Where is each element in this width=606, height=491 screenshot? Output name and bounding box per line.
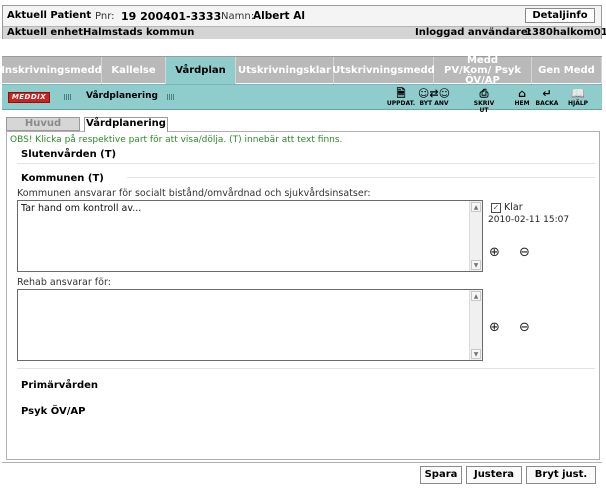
content-panel: OBS! Klicka på respektive part för att v… xyxy=(6,131,600,460)
scroll-up-icon[interactable]: ▲ xyxy=(471,291,481,301)
print-button[interactable]: ⎙ SKRIV UT xyxy=(470,87,498,114)
tab-vardplan[interactable]: Vårdplan xyxy=(166,57,236,84)
kommun-scrollbar[interactable]: ▲ ▼ xyxy=(469,201,482,271)
subtab-huvud[interactable]: Huvud xyxy=(6,117,80,131)
pnr-label: Pnr: xyxy=(95,11,115,22)
update-label: UPPDAT. xyxy=(386,100,416,107)
name-label: Namn: xyxy=(221,11,255,22)
unit-label: Aktuell enhet: xyxy=(7,27,87,38)
divider xyxy=(17,368,595,369)
divider xyxy=(127,177,595,178)
scroll-up-icon[interactable]: ▲ xyxy=(471,202,481,212)
scroll-down-icon[interactable]: ▼ xyxy=(471,349,481,359)
klar-timestamp: 2010-02-11 15:07 xyxy=(488,215,570,225)
zoom-out-icon[interactable]: ⊖ xyxy=(519,321,530,334)
module-toolbar: MEDDIX Vårdplanering 🗎 UPPDAT. ☺⇄☺ BYT A… xyxy=(2,84,602,114)
dots-right-icon xyxy=(167,94,175,100)
switch-user-button[interactable]: ☺⇄☺ BYT ANV xyxy=(416,87,452,109)
switch-user-label: BYT ANV xyxy=(419,100,449,107)
tab-utskrivningsklar[interactable]: Utskrivningsklar xyxy=(236,57,334,84)
zoom-in-icon[interactable]: ⊕ xyxy=(489,246,500,259)
unit-value: Halmstads kommun xyxy=(83,27,195,38)
patient-header: Aktuell Patient Pnr: 19 200401-3333 Namn… xyxy=(2,5,606,39)
user-value: 1380halkom01 xyxy=(525,27,606,38)
home-button[interactable]: ⌂ HEM xyxy=(512,87,532,109)
home-icon: ⌂ xyxy=(518,87,526,100)
help-button[interactable]: 📖 HJÄLP xyxy=(564,87,592,109)
section-slutenvarden[interactable]: Slutenvården (T) xyxy=(21,149,116,160)
rehab-textarea[interactable]: ▲ ▼ xyxy=(17,289,483,361)
tab-gen-medd[interactable]: Gen Medd xyxy=(532,57,602,84)
tab-inskrivningsmedd[interactable]: Inskrivningsmedd xyxy=(1,57,102,84)
patient-name: Albert Al xyxy=(253,10,305,22)
back-label: BACKA xyxy=(535,100,559,107)
rehab-field-label: Rehab ansvarar för: xyxy=(17,277,111,288)
section-psyk[interactable]: Psyk ÖV/AP xyxy=(21,406,85,417)
tab-kallelse[interactable]: Kallelse xyxy=(102,57,166,84)
adjust-button[interactable]: Justera xyxy=(466,466,522,484)
kommun-field-label: Kommunen ansvarar för socialt bistånd/om… xyxy=(17,188,371,199)
patient-label: Aktuell Patient xyxy=(7,10,92,21)
zoom-in-icon[interactable]: ⊕ xyxy=(489,321,500,334)
help-label: HJÄLP xyxy=(567,100,589,107)
home-label: HEM xyxy=(514,100,530,107)
divider xyxy=(17,163,595,164)
module-title: Vårdplanering xyxy=(86,91,158,101)
scroll-down-icon[interactable]: ▼ xyxy=(471,260,481,270)
user-label: Inloggad användare: xyxy=(415,27,532,38)
section-kommunen[interactable]: Kommunen (T) xyxy=(21,173,104,184)
detaljinfo-button[interactable]: Detaljinfo xyxy=(525,8,595,23)
save-button[interactable]: Spara xyxy=(420,466,462,484)
cancel-adjust-button[interactable]: Bryt just. xyxy=(526,466,596,484)
switch-user-icon: ☺⇄☺ xyxy=(417,87,451,100)
klar-checkbox[interactable]: ✓ xyxy=(491,203,501,213)
main-tab-bar: Inskrivningsmedd Kallelse Vårdplan Utskr… xyxy=(1,55,602,85)
print-icon: ⎙ xyxy=(479,87,489,100)
klar-label: Klar xyxy=(504,202,523,213)
meddix-logo: MEDDIX xyxy=(8,92,50,103)
rehab-scrollbar[interactable]: ▲ ▼ xyxy=(469,290,482,360)
pnr-value: 19 200401-3333 xyxy=(121,10,222,23)
subtab-vardplanering[interactable]: Vårdplanering xyxy=(84,117,168,132)
update-icon: 🗎 xyxy=(396,87,406,100)
kommun-textarea[interactable]: Tar hand om kontroll av... ▲ ▼ xyxy=(17,200,483,272)
help-icon: 📖 xyxy=(571,87,585,100)
bottom-divider xyxy=(2,462,602,463)
notice-text: OBS! Klicka på respektive part för att v… xyxy=(10,135,343,145)
back-icon: ↵ xyxy=(542,87,552,100)
kommun-text: Tar hand om kontroll av... xyxy=(21,203,142,214)
tab-utskrivningsmedd[interactable]: Utskrivningsmedd xyxy=(332,57,435,84)
back-button[interactable]: ↵ BACKA xyxy=(534,87,560,109)
dots-left-icon xyxy=(64,94,72,100)
tab-medd-pv-kom[interactable]: Medd PV/Kom/ Psyk ÖV/AP xyxy=(434,55,532,85)
update-button[interactable]: 🗎 UPPDAT. xyxy=(386,87,416,109)
zoom-out-icon[interactable]: ⊖ xyxy=(519,246,530,259)
print-label: SKRIV UT xyxy=(473,100,495,114)
section-primarvarden[interactable]: Primärvården xyxy=(21,380,98,391)
